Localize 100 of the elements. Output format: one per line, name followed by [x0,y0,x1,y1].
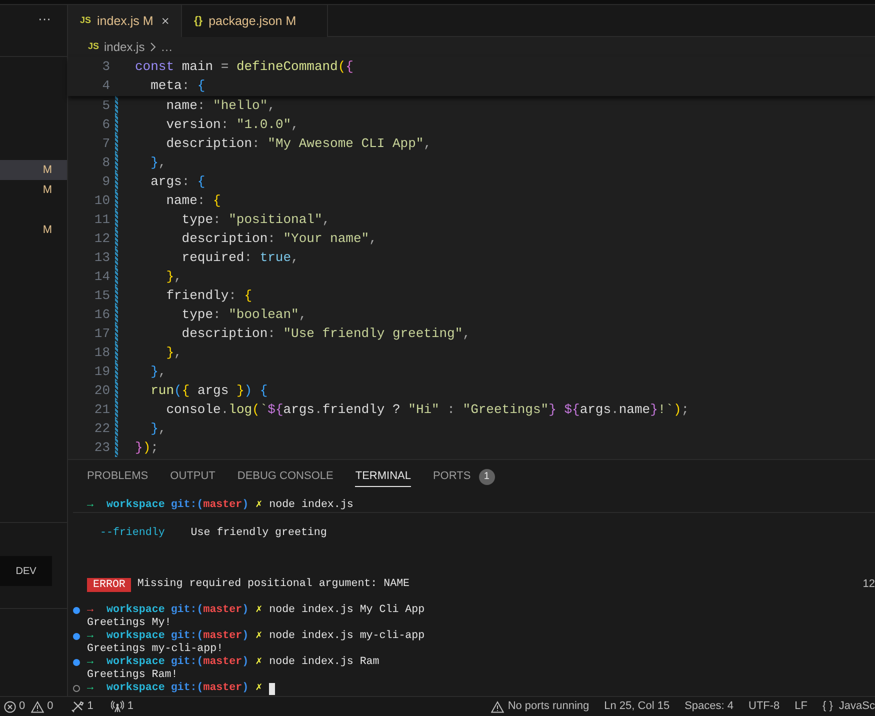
prompt-directory: workspace [106,499,165,512]
more-actions-button[interactable]: ··· [38,11,51,56]
terminal-output: Use friendly greeting [190,527,327,540]
command-decoration[interactable] [73,659,80,666]
error-icon [4,700,16,712]
line-number: 12 [93,230,110,248]
git-status-letter: M [42,182,52,198]
breadcrumb-item[interactable]: … [160,38,173,56]
code-line: }, [165,344,182,362]
line-number: 20 [93,382,110,400]
status-item[interactable]: 1 [68,698,96,715]
line-number: 9 [101,172,110,191]
status-item[interactable]: 0 [28,698,56,715]
line-number: 22 [93,420,110,438]
line-number: 8 [101,154,110,172]
code-line: }, [150,362,166,381]
terminal-command: node index.js my-cli-app [269,630,425,643]
code-line: run({ args }) { [150,382,268,400]
status-item[interactable]: 0 [1,698,28,715]
breadcrumb-item[interactable]: index.js [104,38,145,56]
code-line: description: "Use friendly greeting", [180,324,470,343]
code-line: name: "hello", [165,96,276,115]
command-decoration[interactable] [73,633,80,640]
prompt-arrow: → [87,682,94,695]
status-item[interactable]: No ports running [490,698,590,715]
code-line: }, [150,154,166,172]
status-item[interactable]: Ln 25, Col 15 [604,698,670,715]
panel-tab[interactable]: PROBLEMS [87,467,148,487]
git-branch: git:(master) [170,682,249,695]
dirty-mark: ✗ [256,656,262,669]
prompt-arrow: → [87,630,94,643]
file-type-icon: JS [88,40,100,54]
dev-badge: DEV [0,556,52,586]
status-item[interactable]: UTF-8 [748,698,780,715]
prompt-arrow: → [87,604,94,617]
line-number: 18 [93,344,110,362]
code-line: }, [165,268,182,286]
prompt-directory: workspace [106,656,165,669]
status-item[interactable]: { } JavaSc [822,698,875,715]
command-decoration[interactable] [73,607,80,614]
line-number: 23 [93,438,110,457]
terminal-output: Missing required positional argument: NAME [137,578,410,591]
status-item[interactable]: 1 [108,698,136,715]
prompt-directory: workspace [106,682,165,695]
dirty-mark: ✗ [256,499,262,512]
error-badge: ERROR [87,578,132,592]
dirty-mark: ✗ [256,682,262,695]
line-number: 13 [93,248,110,267]
dirty-mark: ✗ [256,630,262,643]
git-status-letter: M [42,222,52,238]
line-number: 3 [101,58,110,76]
code-line: description: "My Awesome CLI App", [165,134,432,153]
code-line: description: "Your name", [180,230,377,248]
git-status-letter: M [42,162,52,178]
git-branch: git:(master) [170,630,249,643]
line-number: 21 [93,400,110,419]
prompt-directory: workspace [106,604,165,617]
dirty-mark: ✗ [256,604,262,617]
status-item[interactable]: LF [794,698,808,715]
code-line: }, [150,420,166,438]
file-item[interactable]: M [0,220,67,240]
code-line: args: { [150,172,206,191]
code-line: friendly: { [165,286,252,305]
panel-tab[interactable]: DEBUG CONSOLE [237,467,334,487]
code-line: const main = defineCommand({ [135,58,354,76]
file-item[interactable]: M [0,180,67,200]
panel-tab[interactable]: TERMINAL [355,467,411,487]
code-line: type: "positional", [180,210,330,229]
terminal-output: Greetings Ram! [87,669,178,682]
file-type-icon: JS [80,14,92,28]
warning-icon [490,700,504,712]
terminal-output: 12 [862,578,875,591]
terminal-output: Greetings my-cli-app! [87,643,224,656]
file-item[interactable]: M [0,160,67,180]
chevron-icon [150,42,156,52]
editor-tab[interactable]: {} package.json M [182,5,328,37]
code-line: name: { [165,192,221,210]
line-number: 15 [93,286,110,305]
status-item[interactable]: Spaces: 4 [684,698,734,715]
line-number: 19 [93,362,110,381]
tools-icon [71,700,84,713]
close-icon [162,16,169,26]
line-number: 17 [93,324,110,343]
terminal-command: node index.js Ram [269,656,380,669]
command-decoration[interactable] [73,685,80,692]
code-line: meta: { [150,77,206,96]
panel-tab[interactable]: OUTPUT [170,467,216,487]
code-line: required: true, [180,248,299,267]
count-badge: 1 [478,468,495,484]
git-branch: git:(master) [170,499,249,512]
option-name: --friendly [100,527,165,540]
line-number: 5 [101,96,110,115]
line-number: 11 [93,210,110,229]
prompt-directory: workspace [106,630,165,643]
editor-tab[interactable]: JS index.js M [68,5,182,37]
line-number: 4 [101,77,110,96]
git-branch: git:(master) [170,604,249,617]
warning-icon [31,700,44,712]
terminal-command: node index.js [269,499,354,512]
panel-tab[interactable]: PORTS 1 [432,467,495,487]
